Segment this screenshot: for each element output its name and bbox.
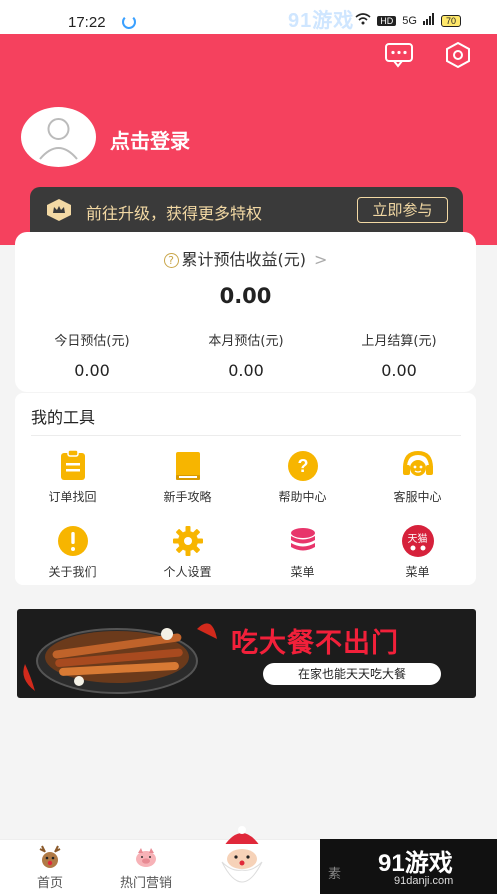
tool-beginner-guide[interactable]: 新手攻略 (130, 449, 245, 505)
tool-label: 菜单 (290, 565, 315, 579)
divider (31, 435, 461, 436)
banner-subtitle: 在家也能天天吃大餐 (263, 663, 441, 685)
signal-label: 5G (402, 14, 417, 27)
tmall-badge-text: 天猫 (407, 534, 428, 545)
tool-order-recovery[interactable]: 订单找回 (15, 449, 130, 505)
status-indicators: HD 5G 70 (355, 13, 461, 28)
vip-promo-text: 前往升级，获得更多特权 (86, 204, 263, 223)
gear-icon (171, 524, 205, 558)
svg-text:?: ? (297, 456, 308, 476)
signal-icon (422, 13, 435, 28)
question-icon: ? (286, 449, 320, 483)
watermark-logo-top: 91游戏 (288, 10, 355, 32)
earnings-today: 今日预估(元) 0.00 (15, 330, 169, 380)
watermark-brand: 91游戏 (378, 850, 453, 877)
tool-label: 个人设置 (163, 565, 212, 579)
tab-hot-marketing[interactable]: 热门营销 (96, 840, 196, 894)
chevron-right-icon: > (314, 250, 328, 269)
tool-label: 帮助中心 (278, 490, 327, 504)
earnings-month-label: 本月预估(元) (208, 334, 284, 349)
wifi-icon (355, 13, 371, 28)
earnings-month: 本月预估(元) 0.00 (169, 330, 323, 380)
tmall-icon: 天猫 (401, 524, 435, 558)
watermark-logo-bottom: 素 91游戏 91danji.com (320, 839, 497, 894)
tool-menu-1[interactable]: 菜单 (245, 524, 360, 580)
earnings-title-row[interactable]: ? 累计预估收益(元) > (15, 246, 476, 270)
earnings-last-month-label: 上月结算(元) (361, 334, 437, 349)
status-time: 17:22 (68, 14, 106, 31)
pig-icon (133, 844, 159, 870)
headset-icon (401, 449, 435, 483)
earnings-card: ? 累计预估收益(元) > 0.00 今日预估(元) 0.00 本月预估(元) 0.… (15, 232, 476, 392)
clipboard-icon (56, 449, 90, 483)
join-now-button[interactable]: 立即参与 (357, 197, 448, 223)
avatar[interactable] (21, 107, 96, 167)
gear-icon[interactable] (443, 41, 473, 69)
tab-label: 热门营销 (119, 876, 172, 891)
help-question-icon: ? (163, 253, 179, 268)
earnings-total: 0.00 (219, 284, 272, 308)
tab-label: 首页 (36, 876, 63, 891)
tool-label: 新手攻略 (163, 490, 212, 504)
vip-upgrade-bar: 前往升级，获得更多特权 立即参与 (30, 187, 463, 232)
info-icon (56, 524, 90, 558)
status-bar: 17:22 91游戏 HD 5G 70 (0, 0, 497, 34)
tool-label: 订单找回 (48, 490, 97, 504)
earnings-today-label: 今日预估(元) (54, 334, 130, 349)
santa-icon[interactable] (214, 824, 270, 894)
tool-label: 客服中心 (393, 490, 442, 504)
tool-about-us[interactable]: 关于我们 (15, 524, 130, 580)
tool-label: 菜单 (405, 565, 430, 579)
tool-help-center[interactable]: ? 帮助中心 (245, 449, 360, 505)
tool-label: 关于我们 (48, 565, 97, 579)
book-icon (171, 449, 205, 483)
tools-title: 我的工具 (31, 408, 96, 427)
earnings-month-value: 0.00 (228, 361, 264, 380)
chat-bubble-icon[interactable] (384, 42, 414, 68)
crown-icon (46, 198, 72, 222)
promo-banner[interactable]: 吃大餐不出门 在家也能天天吃大餐 (17, 609, 476, 698)
reindeer-icon (37, 844, 63, 870)
tab-home[interactable]: 首页 (0, 840, 100, 894)
battery-level: 70 (440, 14, 461, 27)
stack-icon (286, 524, 320, 558)
earnings-today-value: 0.00 (74, 361, 110, 380)
earnings-last-month: 上月结算(元) 0.00 (322, 330, 476, 380)
tool-personal-settings[interactable]: 个人设置 (130, 524, 245, 580)
earnings-last-month-value: 0.00 (381, 361, 417, 380)
tab-partial-label: 素 (328, 866, 342, 881)
tools-card: 我的工具 订单找回 新手攻略 ? 帮助中心 客服中心 关于我们 个人设置 菜单 … (15, 393, 476, 585)
banner-title: 吃大餐不出门 (231, 628, 399, 659)
hd-badge: HD (377, 15, 397, 26)
earnings-title: 累计预估收益(元) (181, 250, 307, 269)
watermark-site: 91danji.com (394, 875, 454, 887)
loading-icon (122, 15, 136, 29)
tool-customer-service[interactable]: 客服中心 (360, 449, 475, 505)
tool-menu-2[interactable]: 天猫 菜单 (360, 524, 475, 580)
login-link[interactable]: 点击登录 (110, 125, 190, 154)
